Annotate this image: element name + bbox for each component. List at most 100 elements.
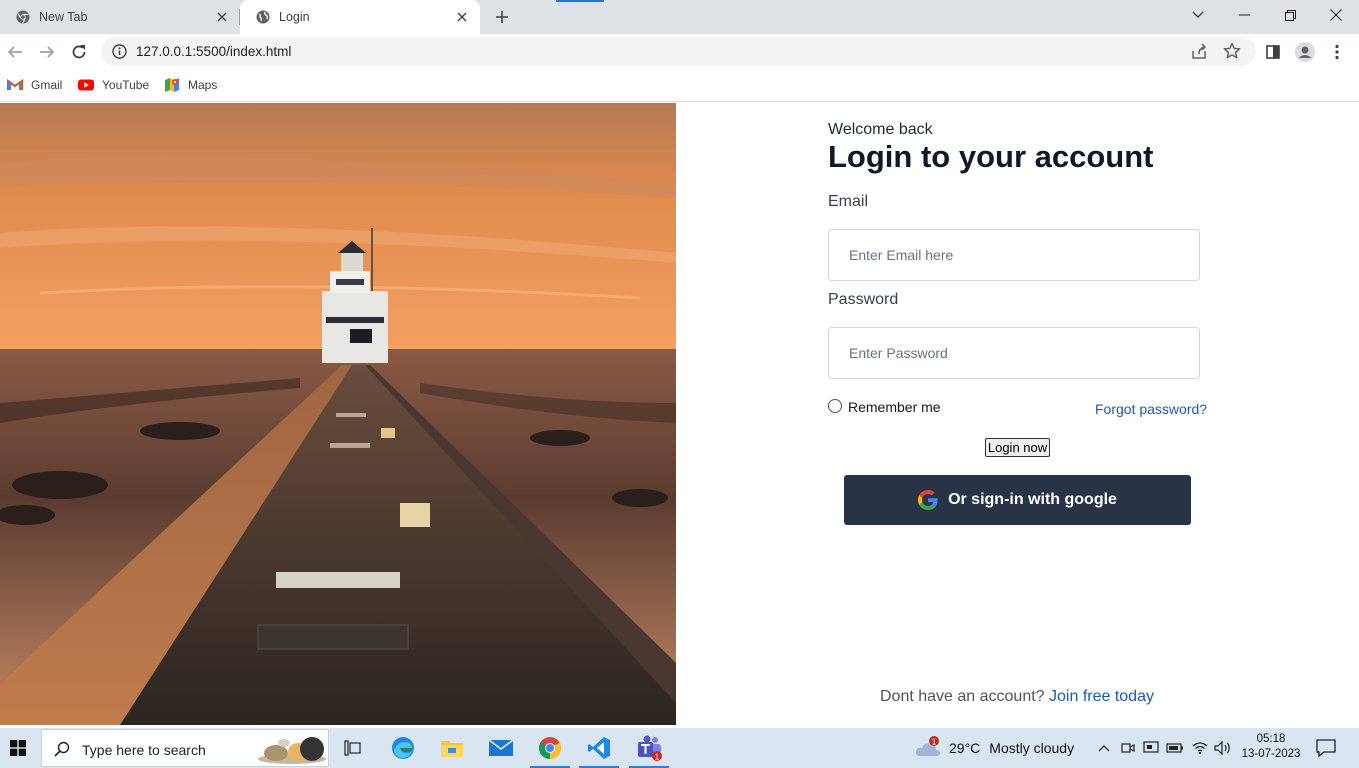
chevron-down-icon (1192, 11, 1204, 18)
clock-time: 05:18 (1256, 733, 1286, 745)
email-field[interactable] (828, 229, 1200, 281)
search-icon (54, 741, 70, 757)
teams-badge: 1 (655, 753, 660, 762)
bookmark-youtube[interactable]: YouTube (78, 77, 149, 93)
tray-wifi[interactable] (1191, 739, 1209, 757)
profile-button[interactable] (1293, 40, 1317, 64)
forward-button[interactable] (35, 40, 59, 64)
bookmark-gmail[interactable]: Gmail (7, 77, 62, 93)
youtube-icon (78, 77, 94, 93)
browser-toolbar: 127.0.0.1:5500/index.html (0, 34, 1359, 70)
more-vert-icon (1335, 44, 1339, 60)
windows-taskbar: Type here to search 1 1 29°C Mostly clou… (0, 728, 1359, 768)
info-icon (112, 44, 127, 59)
star-icon (1223, 42, 1241, 59)
edge-icon (392, 737, 414, 759)
side-panel-button[interactable] (1261, 40, 1285, 64)
tray-display[interactable] (1142, 739, 1160, 757)
weather-badge: 1 (932, 738, 937, 747)
url-text: 127.0.0.1:5500/index.html (136, 44, 292, 59)
tray-overflow-button[interactable] (1095, 739, 1113, 757)
remember-me[interactable]: Remember me (828, 398, 941, 415)
address-bar[interactable]: 127.0.0.1:5500/index.html (101, 37, 1256, 66)
new-tab-button[interactable] (492, 8, 512, 26)
close-icon[interactable] (454, 9, 470, 25)
bookmark-maps[interactable]: Maps (164, 77, 217, 93)
notification-icon (1316, 739, 1336, 758)
tray-meet-now[interactable] (1119, 739, 1137, 757)
search-highlight-stones-icon (258, 737, 326, 764)
remember-me-label: Remember me (848, 399, 941, 415)
plus-icon (496, 11, 508, 23)
arrow-left-icon (7, 46, 22, 58)
tab-title: Login (279, 10, 310, 24)
maps-icon (164, 77, 180, 93)
reload-button[interactable] (67, 40, 91, 64)
tab-strip-indicator (556, 0, 604, 2)
battery-icon (1166, 743, 1183, 753)
tray-volume[interactable] (1214, 739, 1232, 757)
vscode-icon (588, 737, 610, 759)
wifi-icon (1192, 742, 1208, 755)
minimize-icon (1238, 14, 1250, 16)
task-view-button[interactable] (330, 728, 376, 768)
bookmarks-bar: Gmail YouTube Maps (0, 70, 1359, 102)
tab-new-tab[interactable]: New Tab (0, 0, 240, 34)
weather-temp: 29°C (949, 740, 981, 756)
gmail-icon (7, 77, 23, 93)
taskbar-clock[interactable]: 05:18 13-07-2023 (1240, 732, 1302, 762)
login-button[interactable]: Login now (985, 438, 1050, 457)
welcome-text: Welcome back (828, 121, 933, 138)
taskbar-search-placeholder: Type here to search (82, 742, 206, 758)
lighthouse-pier-image (0, 103, 676, 725)
tray-battery[interactable] (1166, 739, 1184, 757)
side-panel-icon (1266, 45, 1280, 59)
menu-button[interactable] (1325, 40, 1349, 64)
weather-widget[interactable]: 1 29°C Mostly cloudy (914, 736, 1074, 760)
taskbar-edge[interactable] (380, 728, 426, 768)
google-signin-button[interactable]: Or sign-in with google (844, 475, 1191, 525)
weather-condition: Mostly cloudy (989, 740, 1075, 756)
clock-date: 13-07-2023 (1241, 748, 1301, 760)
folder-icon (441, 741, 463, 757)
globe-icon (256, 10, 270, 24)
tab-search-button[interactable] (1175, 0, 1221, 30)
tab-login[interactable]: Login (240, 0, 480, 34)
bookmark-label: Maps (188, 78, 218, 92)
taskbar-vscode[interactable] (576, 728, 622, 768)
mail-icon (488, 739, 514, 756)
close-icon[interactable] (214, 9, 230, 25)
taskbar-file-explorer[interactable] (429, 728, 475, 768)
remember-me-radio[interactable] (828, 398, 842, 413)
forgot-password-link[interactable]: Forgot password? (1095, 401, 1207, 417)
email-label: Email (828, 193, 869, 210)
teams-icon: 1 (638, 735, 662, 762)
minimize-button[interactable] (1221, 0, 1267, 30)
back-button[interactable] (3, 40, 27, 64)
taskbar-chrome[interactable] (527, 728, 573, 768)
join-free-link[interactable]: Join free today (1049, 688, 1154, 705)
start-button[interactable] (0, 728, 36, 768)
password-label: Password (828, 291, 899, 308)
close-window-button[interactable] (1313, 0, 1359, 30)
signup-prompt-text: Dont have an account? (880, 688, 1045, 705)
taskbar-mail[interactable] (478, 728, 524, 768)
bookmark-label: YouTube (102, 78, 150, 92)
page-title: Login to your account (828, 139, 1154, 174)
chevron-up-icon (1098, 745, 1110, 752)
taskbar-search-box[interactable]: Type here to search (41, 729, 329, 767)
arrow-right-icon (40, 46, 55, 58)
display-icon (1143, 741, 1159, 753)
camera-icon (1121, 743, 1135, 753)
google-button-label: Or sign-in with google (948, 491, 1117, 508)
windows-icon (10, 740, 26, 756)
password-field[interactable] (828, 327, 1200, 379)
bookmark-label: Gmail (31, 78, 63, 92)
restore-button[interactable] (1267, 0, 1313, 30)
reload-icon (72, 45, 86, 59)
notification-center-button[interactable] (1315, 738, 1337, 758)
task-view-icon (344, 740, 361, 756)
taskbar-teams[interactable]: 1 (626, 728, 672, 768)
signup-prompt: Dont have an account? Join free today (880, 688, 1154, 706)
restore-icon (1284, 9, 1296, 21)
